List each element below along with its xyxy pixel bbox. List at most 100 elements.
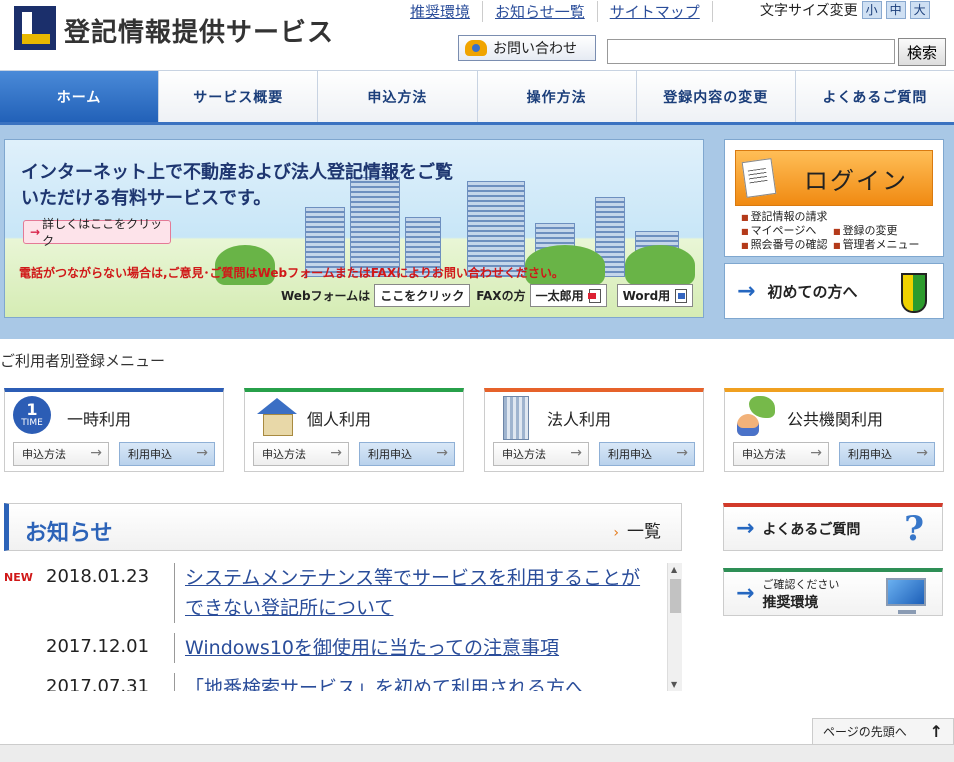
- banner-building-art: [467, 181, 525, 277]
- news-date: 2018.01.23: [46, 566, 150, 587]
- news-link[interactable]: システムメンテナンス等でサービスを利用することができない登記所について: [174, 563, 658, 623]
- site-logo-icon[interactable]: [14, 6, 56, 50]
- arrow-right-icon: →: [736, 581, 755, 606]
- banner-notice: 電話がつながらない場合は,ご意見･ご質問はWebフォームまたはFAXによりお問い…: [19, 266, 564, 280]
- font-size-large-button[interactable]: 大: [909, 1, 930, 19]
- user-card-temporary: 1TIME 一時利用 申込方法 利用申込: [4, 388, 224, 472]
- webform-button[interactable]: ここをクリック: [374, 284, 471, 307]
- news-list[interactable]: NEW 2018.01.23 システムメンテナンス等でサービスを利用することがで…: [4, 563, 682, 691]
- main-nav: ホーム サービス概要 申込方法 操作方法 登録内容の変更 よくあるご質問: [0, 70, 954, 125]
- login-link-request[interactable]: 登記情報の請求: [741, 210, 933, 224]
- search-input[interactable]: [607, 39, 895, 64]
- list-item: 2017.12.01 Windows10を御使用に当たっての注意事項: [4, 633, 682, 663]
- font-size-medium-button[interactable]: 中: [885, 1, 906, 19]
- new-badge-placeholder: [4, 673, 46, 691]
- nav-service-overview[interactable]: サービス概要: [159, 71, 319, 122]
- nav-operation[interactable]: 操作方法: [478, 71, 637, 122]
- list-item: 2017.07.31 「地番検索サービス」を初めて利用される方へ: [4, 673, 682, 691]
- recommended-env-button[interactable]: → ご確認ください 推奨環境: [723, 568, 943, 616]
- news-title: お知らせ: [25, 521, 113, 546]
- recommended-env-main: 推奨環境: [762, 594, 819, 611]
- link-sitemap[interactable]: サイトマップ: [598, 0, 713, 22]
- service-banner[interactable]: インターネット上で不動産および法人登記情報をご覧いただける有料サービスです。 →…: [4, 139, 704, 318]
- apply-button[interactable]: 利用申込: [359, 442, 455, 466]
- news-all-link[interactable]: 一覧: [613, 517, 661, 542]
- new-badge: NEW: [4, 571, 33, 584]
- user-card-title: 個人利用: [307, 410, 372, 429]
- link-recommended-env[interactable]: 推奨環境: [398, 0, 484, 22]
- scroll-up-icon[interactable]: ▲: [671, 565, 677, 574]
- login-quick-links: 登記情報の請求 マイページへ 登録の変更 照会番号の確認 管理者メニュー: [741, 210, 941, 252]
- user-card-personal: 個人利用 申込方法 利用申込: [244, 388, 464, 472]
- login-link-mypage[interactable]: マイページへ: [741, 224, 833, 238]
- apply-button[interactable]: 利用申込: [119, 442, 215, 466]
- hero-area: インターネット上で不動産および法人登記情報をご覧いただける有料サービスです。 →…: [0, 125, 954, 339]
- nav-faq[interactable]: よくあるご質問: [796, 71, 954, 122]
- house-icon: [253, 396, 297, 436]
- news-header: お知らせ 一覧: [4, 503, 682, 551]
- faq-button[interactable]: → よくあるご質問 ?: [723, 503, 943, 551]
- how-to-apply-button[interactable]: 申込方法: [493, 442, 589, 466]
- banner-contact-links: Webフォームは ここをクリック FAXの方 一太郎用 Word用: [281, 284, 699, 307]
- banner-details-label: 詳しくはここをクリック: [42, 217, 163, 248]
- apply-button[interactable]: 利用申込: [599, 442, 695, 466]
- recommended-env-label: ご確認ください 推奨環境: [762, 576, 839, 612]
- news-date: 2017.07.31: [46, 676, 150, 691]
- list-item: NEW 2018.01.23 システムメンテナンス等でサービスを利用することがで…: [4, 563, 682, 623]
- contact-button[interactable]: お問い合わせ: [458, 35, 596, 61]
- arrow-right-icon: →: [736, 516, 755, 541]
- login-link-reference[interactable]: 照会番号の確認: [741, 238, 833, 252]
- document-icon: [741, 158, 777, 198]
- ichitaro-button[interactable]: 一太郎用: [529, 284, 607, 307]
- banner-headline: インターネット上で不動産および法人登記情報をご覧いただける有料サービスです。: [21, 162, 453, 209]
- scrollbar-thumb[interactable]: [670, 579, 681, 613]
- how-to-apply-button[interactable]: 申込方法: [733, 442, 829, 466]
- monitor-icon: [886, 578, 926, 614]
- how-to-apply-button[interactable]: 申込方法: [13, 442, 109, 466]
- first-time-button[interactable]: → 初めての方へ: [724, 263, 944, 319]
- how-to-apply-button[interactable]: 申込方法: [253, 442, 349, 466]
- banner-details-button[interactable]: → 詳しくはここをクリック: [23, 217, 171, 248]
- search-button[interactable]: 検索: [898, 38, 946, 66]
- building-icon: [493, 396, 537, 440]
- word-doc-icon: [675, 288, 688, 303]
- scroll-down-icon[interactable]: ▼: [671, 680, 677, 689]
- arrow-right-icon: →: [30, 225, 41, 239]
- font-size-label: 文字サイズ変更: [760, 3, 858, 19]
- link-news-list[interactable]: お知らせ一覧: [483, 0, 598, 22]
- page-top-button[interactable]: ページの先頭へ ↑: [812, 718, 954, 744]
- user-card-title: 法人利用: [547, 410, 612, 429]
- phone-icon: [465, 40, 487, 56]
- nav-change-registration[interactable]: 登録内容の変更: [637, 71, 796, 122]
- contact-label: お問い合わせ: [493, 41, 577, 57]
- login-button[interactable]: ログイン: [735, 150, 933, 206]
- arrow-up-icon: ↑: [929, 722, 943, 741]
- faq-label: よくあるご質問: [762, 521, 861, 538]
- time-icon: 1 TIME: [13, 396, 51, 434]
- login-link-change[interactable]: 登録の変更: [833, 224, 933, 238]
- login-panel: ログイン 登記情報の請求 マイページへ 登録の変更 照会番号の確認 管理者メニュ…: [724, 139, 944, 257]
- nav-how-to-apply[interactable]: 申込方法: [318, 71, 478, 122]
- first-time-label: 初めての方へ: [767, 282, 858, 301]
- site-title[interactable]: 登記情報提供サービス: [64, 12, 334, 49]
- header: 登記情報提供サービス 推奨環境 お知らせ一覧 サイトマップ 文字サイズ変更 小 …: [0, 0, 954, 70]
- news-link[interactable]: 「地番検索サービス」を初めて利用される方へ: [174, 673, 658, 691]
- user-card-title: 公共機関利用: [787, 410, 884, 429]
- font-size-switcher: 文字サイズ変更 小 中 大: [760, 0, 930, 20]
- login-link-admin[interactable]: 管理者メニュー: [833, 238, 933, 252]
- news-scrollbar[interactable]: ▲ ▼: [667, 563, 682, 691]
- font-size-small-button[interactable]: 小: [861, 1, 882, 19]
- japan-map-person-icon: [733, 396, 777, 436]
- page-top-label: ページの先頭へ: [823, 725, 907, 739]
- word-button[interactable]: Word用: [616, 284, 694, 307]
- user-card-public-agency: 公共機関利用 申込方法 利用申込: [724, 388, 944, 472]
- recommended-env-sub: ご確認ください: [762, 577, 840, 591]
- time-icon-number: 1: [26, 400, 38, 419]
- news-link[interactable]: Windows10を御使用に当たっての注意事項: [174, 633, 658, 663]
- ichitaro-doc-icon: [587, 288, 601, 303]
- nav-home[interactable]: ホーム: [0, 71, 160, 122]
- arrow-right-icon: →: [737, 278, 756, 304]
- webform-button-label: ここをクリック: [380, 289, 465, 303]
- apply-button[interactable]: 利用申込: [839, 442, 935, 466]
- webform-label: Webフォームは: [281, 289, 371, 303]
